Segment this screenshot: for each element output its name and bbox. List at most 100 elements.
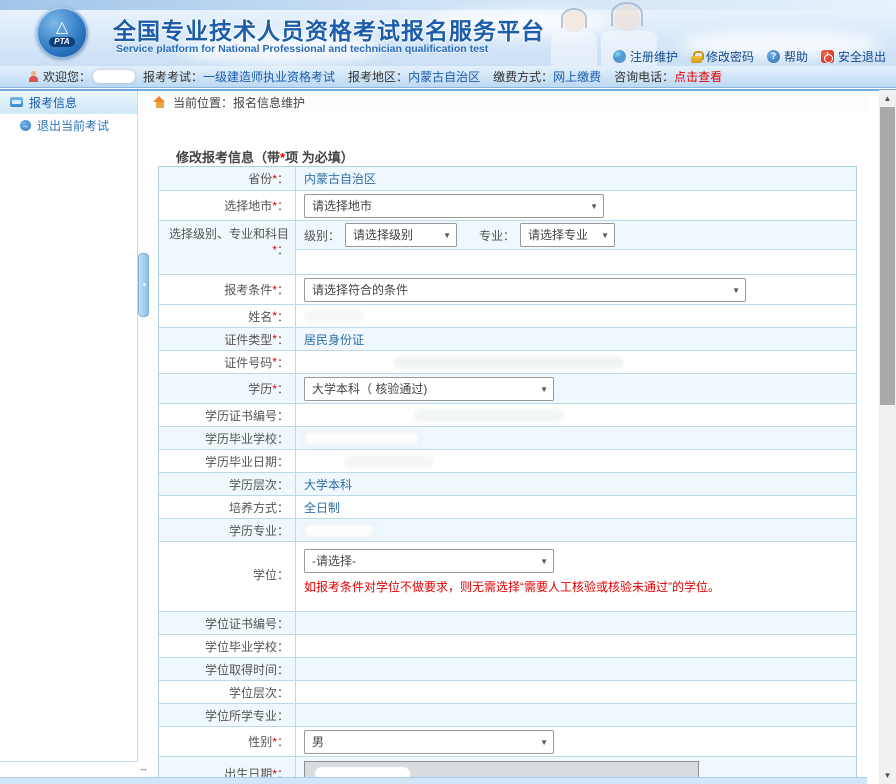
exam-value: 一级建造师执业资格考试 [203, 70, 335, 84]
resize-handle-icon[interactable]: ↔ [139, 762, 148, 774]
education-label: 学历 [248, 380, 272, 397]
redacted-username [93, 70, 135, 83]
payment-value: 网上缴费 [553, 70, 601, 84]
scrollbar-thumb[interactable] [880, 107, 895, 405]
colon: ： [277, 281, 289, 298]
sidebar-item-exit-exam[interactable]: → 退出当前考试 [0, 114, 137, 136]
condition-select-value: 请选择符合的条件 [312, 283, 408, 297]
header-top-band [0, 0, 896, 10]
condition-select[interactable]: 请选择符合的条件▼ [304, 278, 746, 302]
form-row-gender: 性别*： 男▼ [159, 727, 856, 757]
colon: ： [277, 430, 289, 447]
register-maintain-link[interactable]: 注册维护 [613, 48, 678, 65]
major-select[interactable]: 请选择专业▼ [520, 223, 615, 247]
breadcrumb: 当前位置：报名信息维护 [139, 91, 867, 113]
form-row-edu-cert-no: 学历证书编号： [159, 404, 856, 427]
payment-info: 缴费方式：网上缴费 [493, 68, 601, 85]
home-icon [153, 96, 166, 108]
edu-major-label: 学历专业 [229, 522, 277, 539]
form-row-edu-grad-date: 学历毕业日期： [159, 450, 856, 473]
colon: ： [277, 170, 289, 187]
form-row-id-type: 证件类型*： 居民身份证 [159, 328, 856, 351]
form-row-degree: 学位： -请选择-▼ 如报考条件对学位不做要求，则无需选择“需要人工核验或核验未… [159, 542, 856, 612]
colon: ： [277, 615, 289, 632]
colon: ： [277, 733, 289, 750]
education-select-value: 大学本科（ 核验通过) [312, 382, 427, 396]
form-row-level-major-subject: 选择级别、专业和科目 *： 级别： 请选择级别▼ 专业： 请选择专业▼ [159, 221, 856, 275]
sidebar: 报考信息 → 退出当前考试 [0, 91, 138, 762]
help-link[interactable]: ? 帮助 [767, 48, 808, 65]
edu-cert-no-label: 学历证书编号 [205, 407, 277, 424]
degree-label: 学位 [253, 566, 277, 583]
power-icon [821, 50, 834, 63]
greeting-label: 欢迎您： [43, 68, 91, 85]
form-row-education: 学历*： 大学本科（ 核验通过)▼ [159, 374, 856, 404]
degree-level-label: 学位层次 [229, 684, 277, 701]
redacted-value [414, 409, 564, 422]
birth-date-input[interactable] [304, 761, 699, 778]
hotline-view-link[interactable]: 点击查看 [674, 70, 722, 84]
form-row-name: 姓名*： [159, 305, 856, 328]
level-select[interactable]: 请选择级别▼ [345, 223, 457, 247]
degree-select-value: -请选择- [312, 554, 356, 568]
arrow-circle-icon: → [20, 120, 31, 131]
logo-triangle-icon: △ [56, 20, 68, 36]
city-select-value: 请选择地市 [312, 199, 372, 213]
training-mode-value: 全日制 [304, 499, 340, 516]
form-row-id-number: 证件号码*： [159, 351, 856, 374]
logout-label: 安全退出 [838, 48, 886, 65]
logout-link[interactable]: 安全退出 [821, 48, 886, 65]
logo-text: PTA [49, 37, 74, 47]
registration-form: 省份*： 内蒙古自治区 选择地市*： 请选择地市▼ 选择级别、专业和科目 *： … [158, 166, 857, 777]
payment-label: 缴费方式： [493, 70, 553, 84]
change-password-label: 修改密码 [706, 48, 754, 65]
footer-strip [0, 777, 867, 784]
form-row-degree-school: 学位毕业学校： [159, 635, 856, 658]
dropdown-arrow-icon: ▼ [443, 224, 451, 247]
city-select[interactable]: 请选择地市▼ [304, 194, 604, 218]
colon: ： [277, 499, 289, 516]
header-links: 注册维护 修改密码 ? 帮助 安全退出 [613, 48, 886, 65]
redacted-value [344, 455, 434, 468]
dropdown-arrow-icon: ▼ [540, 731, 548, 754]
person-icon [28, 71, 39, 83]
edu-school-label: 学历毕业学校 [205, 430, 277, 447]
education-select[interactable]: 大学本科（ 核验通过) ▼ [304, 377, 554, 401]
level-major-subrow: 级别： 请选择级别▼ 专业： 请选择专业▼ [296, 221, 856, 250]
degree-select[interactable]: -请选择- ▼ [304, 549, 554, 573]
agent-body [551, 32, 597, 66]
exam-info: 报考考试：一级建造师执业资格考试 [143, 68, 335, 85]
sidebar-item-label: 退出当前考试 [37, 117, 109, 134]
welcome-bar: 欢迎您： 报考考试：一级建造师执业资格考试 报考地区：内蒙古自治区 缴费方式：网… [0, 66, 896, 88]
form-row-birth-date: 出生日期*： [159, 757, 856, 777]
level-major-label: 选择级别、专业和科目 [169, 227, 289, 241]
sidebar-collapse-handle[interactable] [138, 253, 149, 317]
form-row-province: 省份*： 内蒙古自治区 [159, 167, 856, 191]
scroll-down-button[interactable]: ▼ [879, 767, 896, 784]
lock-icon [691, 51, 702, 63]
dropdown-arrow-icon: ▼ [540, 550, 548, 573]
scroll-up-button[interactable]: ▲ [879, 90, 896, 107]
dropdown-arrow-icon: ▼ [540, 378, 548, 401]
colon: ： [277, 684, 289, 701]
page: △ PTA 全国专业技术人员资格考试报名服务平台 Service platfor… [0, 0, 896, 784]
form-title-prefix: 修改报考信息（带 [176, 150, 280, 165]
site-title: 全国专业技术人员资格考试报名服务平台 [113, 12, 545, 46]
gender-label: 性别 [248, 733, 272, 750]
sidebar-item-exam-info[interactable]: 报考信息 [0, 91, 137, 114]
province-value: 内蒙古自治区 [304, 170, 376, 187]
region-label: 报考地区： [348, 70, 408, 84]
colon: ： [277, 453, 289, 470]
change-password-link[interactable]: 修改密码 [691, 48, 754, 65]
id-type-label: 证件类型 [224, 331, 272, 348]
gender-select[interactable]: 男▼ [304, 730, 554, 754]
gender-select-value: 男 [312, 735, 324, 749]
colon: ： [277, 407, 289, 424]
region-value: 内蒙古自治区 [408, 70, 480, 84]
birth-date-label: 出生日期 [224, 765, 272, 777]
edu-level-label: 学历层次 [229, 476, 277, 493]
subject-subrow [296, 250, 856, 274]
redacted-value [394, 356, 624, 369]
province-label: 省份 [248, 170, 272, 187]
vertical-scrollbar[interactable]: ▲ ▼ [879, 90, 896, 784]
